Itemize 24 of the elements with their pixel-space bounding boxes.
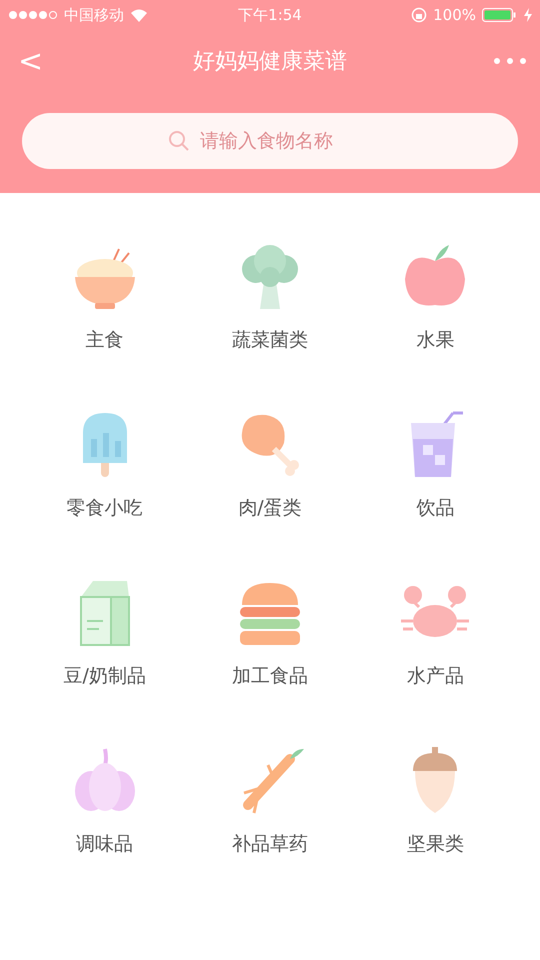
signal-icon [8,10,58,20]
category-item[interactable]: 豆/奶制品 [22,569,188,697]
category-item[interactable]: 主食 [22,233,188,361]
wifi-icon [130,8,148,22]
battery-percent: 100% [433,6,476,24]
category-item[interactable]: 蔬菜菌类 [187,233,353,361]
category-item[interactable]: 补品草药 [187,737,353,865]
category-item[interactable]: 饮品 [352,401,518,529]
search-icon [168,130,190,152]
category-item[interactable]: 水果 [352,233,518,361]
category-item[interactable]: 加工食品 [187,569,353,697]
battery-icon [482,8,518,22]
search-field[interactable]: 请输入食物名称 [198,129,372,153]
carrier-name: 中国移动 [64,6,124,24]
category-item[interactable]: 坚果类 [352,737,518,865]
rotation-lock-icon [411,7,428,23]
category-item[interactable]: 水产品 [352,569,518,697]
charging-icon [524,8,532,22]
category-item[interactable]: 零食小吃 [22,401,188,529]
page-title: 好妈妈健康菜谱 [193,48,347,76]
category-item[interactable]: 肉/蛋类 [187,401,353,529]
status-time: 下午1:54 [238,6,302,24]
category-item[interactable]: 调味品 [22,737,188,865]
more-icon [494,58,526,64]
